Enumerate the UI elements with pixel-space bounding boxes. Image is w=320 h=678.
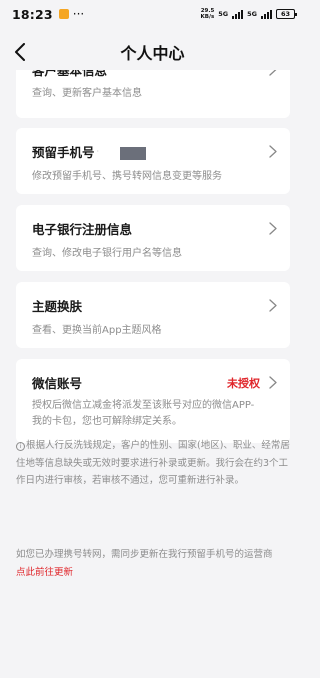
more-notifications-icon: ··· <box>72 7 85 21</box>
card-title: 主题换肤 <box>32 299 83 314</box>
card-desc: 修改预留手机号、携号转网信息变更等服务 <box>32 171 222 182</box>
back-arrow-icon[interactable] <box>10 42 30 62</box>
update-carrier-link[interactable]: 点此前往更新 <box>16 564 296 582</box>
chevron-right-icon <box>268 145 278 159</box>
chevron-right-icon <box>268 222 278 236</box>
card-theme-skin[interactable]: 主题换肤 查看、更换当前App主题风格 <box>16 282 290 348</box>
masked-phone-block <box>120 147 147 160</box>
notice-text: 根据人行反洗钱规定，客户的性别、国家(地区)、职业、经常居住地等信息缺失或无效时… <box>16 440 290 486</box>
battery-level: 63 <box>280 10 291 18</box>
card-desc: 授权后微信立减金将派发至该账号对应的微信APP-我的卡包，您也可解除绑定关系。 <box>32 400 255 427</box>
signal-icon <box>232 9 244 19</box>
card-title: 客户基本信息 <box>32 70 108 78</box>
masked-dots: · <box>96 147 101 156</box>
card-desc: 查询、修改电子银行用户名等信息 <box>32 248 182 259</box>
status-bar: 18:23 ··· 29.5 KB/s 5G 5G 63 <box>0 0 305 28</box>
tip-text: 如您已办理携号转网，需同步更新在我行预留手机号的运营商 <box>16 549 273 560</box>
card-title: 电子银行注册信息 <box>32 222 133 237</box>
card-ebank-registration[interactable]: 电子银行注册信息 查询、修改电子银行用户名等信息 <box>16 205 290 271</box>
card-desc: 查看、更换当前App主题风格 <box>32 325 162 336</box>
signal-icon-2 <box>261 9 272 19</box>
card-wechat-account[interactable]: 微信账号 未授权 授权后微信立减金将派发至该账号对应的微信APP-我的卡包，您也… <box>16 359 290 443</box>
card-title: 微信账号 <box>32 376 83 391</box>
auth-status-badge: 未授权 <box>227 376 260 390</box>
battery-icon: 63 <box>276 9 297 19</box>
chevron-right-icon <box>268 376 278 390</box>
card-desc: 查询、更新客户基本信息 <box>32 88 142 99</box>
network-speed-unit: KB/s <box>200 14 215 20</box>
carrier-tip: 如您已办理携号转网，需同步更新在我行预留手机号的运营商 点此前往更新 <box>16 546 296 582</box>
notification-app-icon <box>58 9 69 19</box>
content-area[interactable]: 客户基本信息 查询、更新客户基本信息 预留手机号 · 修改预留手机号、携号转网信… <box>0 70 305 678</box>
network-type-2: 5G <box>247 10 257 18</box>
network-type-1: 5G <box>218 10 229 18</box>
status-time: 18:23 <box>12 6 53 22</box>
chevron-right-icon <box>268 70 278 76</box>
card-title: 预留手机号 <box>32 145 95 160</box>
page-title: 个人中心 <box>120 44 185 63</box>
chevron-right-icon <box>268 299 278 313</box>
status-indicators: 29.5 KB/s 5G 5G 63 <box>201 8 297 20</box>
aml-notice: i 根据人行反洗钱规定，客户的性别、国家(地区)、职业、经常居住地等信息缺失或无效… <box>16 437 296 490</box>
card-customer-info[interactable]: 客户基本信息 查询、更新客户基本信息 <box>16 70 290 118</box>
card-reserved-phone[interactable]: 预留手机号 · 修改预留手机号、携号转网信息变更等服务 <box>16 128 290 194</box>
info-icon: i <box>16 442 25 451</box>
network-speed: 29.5 KB/s <box>201 8 215 20</box>
header: 个人中心 <box>0 34 305 70</box>
